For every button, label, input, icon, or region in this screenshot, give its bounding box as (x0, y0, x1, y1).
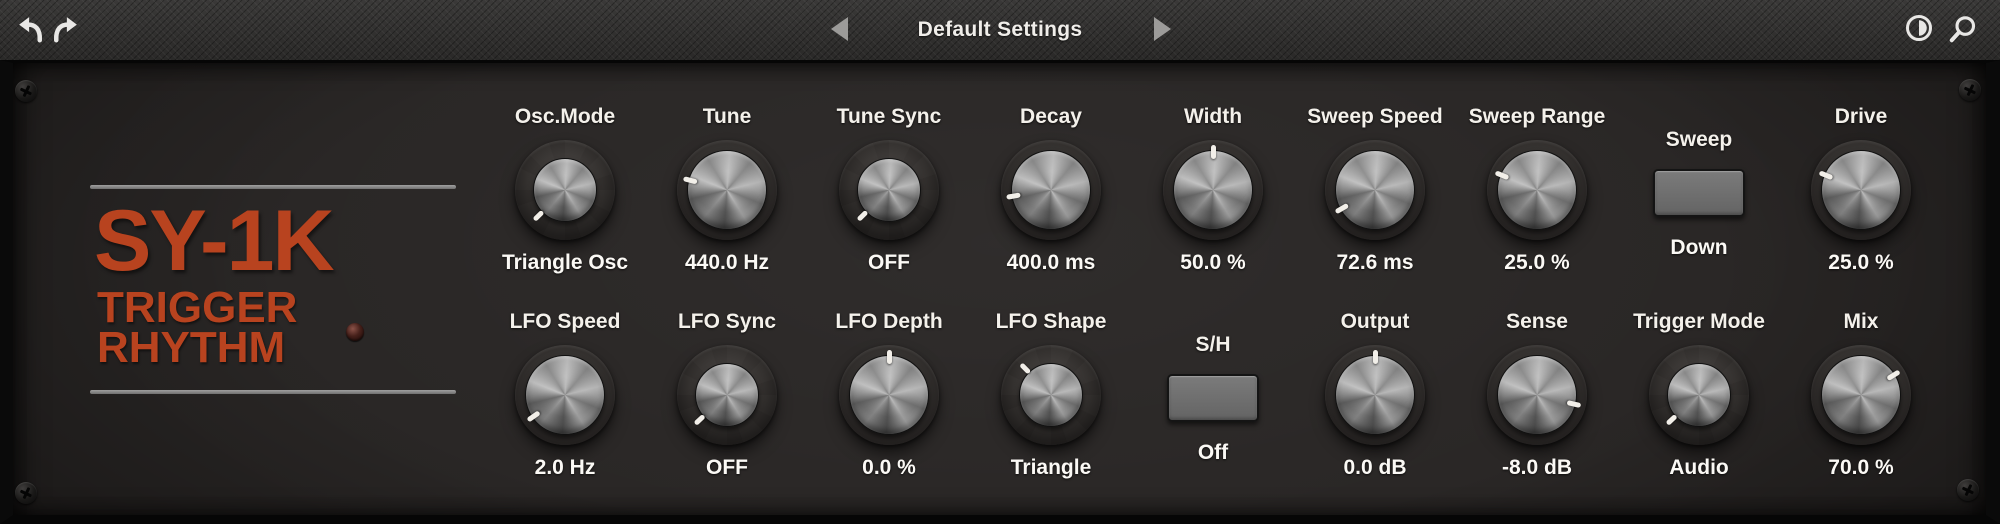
lfo-speed-knob[interactable] (515, 345, 615, 445)
model-subtitle-line1: TRIGGER (97, 288, 397, 328)
next-preset-button[interactable] (1152, 16, 1174, 42)
tune-sync-knob[interactable] (839, 140, 939, 240)
knob-label: Mix (1756, 309, 1966, 335)
knob-value: 25.0 % (1756, 250, 1966, 276)
preset-name[interactable]: Default Settings (870, 0, 1130, 60)
sense-knob[interactable] (1487, 345, 1587, 445)
lfo-shape-knob[interactable] (1001, 345, 1101, 445)
logo-divider-top (90, 185, 456, 189)
decay-knob[interactable] (1001, 140, 1101, 240)
knob-pointer (1666, 414, 1678, 426)
magnifier-icon[interactable] (1948, 14, 1978, 44)
screw-icon (1959, 79, 1981, 101)
drive-knob[interactable] (1811, 140, 1911, 240)
knob-pointer (1494, 171, 1509, 181)
logo-divider-bottom (90, 390, 456, 394)
toolbar: Default Settings (0, 0, 2000, 60)
trigger-mode-knob[interactable] (1649, 345, 1749, 445)
redo-icon[interactable] (50, 14, 80, 44)
screw-icon (1957, 479, 1979, 501)
sample-hold-button[interactable] (1167, 374, 1259, 422)
knob-pointer (1335, 203, 1350, 214)
sweep-speed-knob[interactable] (1325, 140, 1425, 240)
lfo-sync-knob[interactable] (677, 345, 777, 445)
button-label: Sweep (1594, 127, 1804, 153)
screw-icon (15, 482, 37, 504)
output-knob[interactable] (1325, 345, 1425, 445)
knob-label: Drive (1756, 104, 1966, 130)
knob-pointer (533, 210, 545, 222)
knob-value: 70.0 % (1756, 455, 1966, 481)
knob-pointer (683, 177, 698, 185)
knob-pointer (527, 411, 541, 423)
sweep-range-knob[interactable] (1487, 140, 1587, 240)
control-drive: Drive 25.0 % (1776, 104, 1946, 276)
knob-pointer (1019, 363, 1031, 375)
plugin-window: Default Settings SY-1K TRIGGER RHYTHM Os… (0, 0, 2000, 524)
model-name: SY-1K (94, 198, 514, 284)
control-mix: Mix 70.0 % (1776, 309, 1946, 481)
knob-pointer (887, 350, 892, 364)
osc-mode-knob[interactable] (515, 140, 615, 240)
knob-pointer (694, 414, 706, 426)
knob-pointer (1818, 171, 1833, 181)
status-led (346, 323, 364, 341)
button-label: S/H (1108, 332, 1318, 358)
knob-pointer (1886, 369, 1901, 381)
sweep-button[interactable] (1653, 169, 1745, 217)
tune-knob[interactable] (677, 140, 777, 240)
contrast-icon[interactable] (1904, 13, 1934, 43)
lfo-depth-knob[interactable] (839, 345, 939, 445)
mix-knob[interactable] (1811, 345, 1911, 445)
knob-pointer (857, 210, 869, 222)
previous-preset-button[interactable] (828, 16, 850, 42)
knob-pointer (1567, 400, 1582, 408)
knob-pointer (1373, 350, 1378, 364)
undo-icon[interactable] (16, 14, 46, 44)
screw-icon (15, 80, 37, 102)
width-knob[interactable] (1163, 140, 1263, 240)
knob-pointer (1006, 193, 1021, 200)
knob-pointer (1211, 145, 1216, 159)
